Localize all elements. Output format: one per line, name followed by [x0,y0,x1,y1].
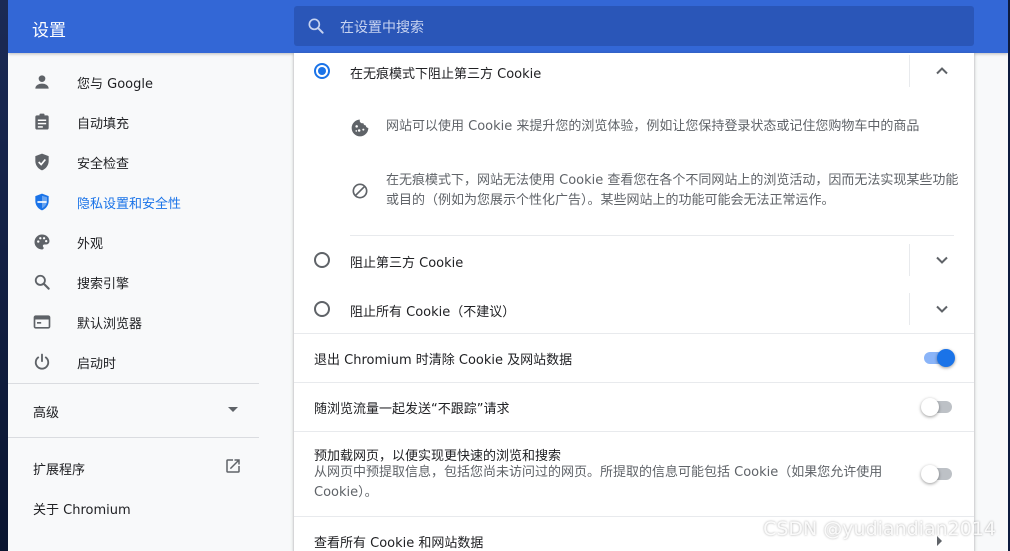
vertical-separator [909,244,910,276]
cookie-option-block-all[interactable]: 阻止所有 Cookie（不建议） [294,291,974,327]
extensions-label: 扩展程序 [33,463,86,478]
power-icon [34,353,50,370]
radio-button[interactable] [314,63,330,79]
cookie-detail-row: 网站可以使用 Cookie 来提升您的浏览体验，例如让您保持登录状态或记住您购物… [294,111,974,151]
search-icon [34,274,50,290]
sidebar-item-about[interactable]: 关于 Chromium [33,499,131,518]
search-input[interactable]: 在设置中搜索 [340,17,424,37]
browser-icon [33,315,51,329]
sidebar-item-on-startup[interactable]: 启动时 [8,342,260,382]
preload-pages-row[interactable]: 预加载网页，以便实现更快速的浏览和搜索 从网页中预提取信息，包括您尚未访问过的网… [294,432,974,516]
chevron-down-icon[interactable] [934,301,950,317]
sidebar-item-label: 自动填充 [77,117,130,132]
shield-check-icon [35,153,49,171]
cookie-detail-text: 网站可以使用 Cookie 来提升您的浏览体验，例如让您保持登录状态或记住您购物… [386,119,920,134]
radio-button[interactable] [314,252,330,268]
clear-cookies-on-exit-row[interactable]: 退出 Chromium 时清除 Cookie 及网站数据 [294,334,974,382]
setting-sublabel: 从网页中预提取信息，包括您尚未访问过的网页。所提取的信息可能包括 Cookie（… [314,465,883,500]
sidebar-item-search-engine[interactable]: 搜索引擎 [8,262,260,302]
shield-icon [35,193,49,211]
sidebar-item-privacy-security[interactable]: 隐私设置和安全性 [8,182,260,222]
cookie-option-block-third-party[interactable]: 阻止第三方 Cookie [294,242,974,278]
radio-label: 阻止所有 Cookie（不建议） [350,305,516,320]
caret-down-icon [228,407,238,412]
cookies-settings-card: 在无痕模式下阻止第三方 Cookie 网站可以使用 Cookie 来提升您的浏览… [294,53,974,551]
radio-button[interactable] [314,301,330,317]
top-app-bar: 设置 在设置中搜索 [8,0,1008,53]
sidebar-item-safety-check[interactable]: 安全检查 [8,142,260,182]
settings-app: 设置 在设置中搜索 您与 Google 自动填充 安全检查 隐私设置和安全性 外… [8,0,1008,551]
cookie-option-block-third-party-incognito[interactable]: 在无痕模式下阻止第三方 Cookie [294,53,974,89]
setting-label: 预加载网页，以便实现更快速的浏览和搜索 [314,449,562,464]
sidebar-item-label: 启动时 [77,357,117,372]
setting-label: 随浏览流量一起发送“不跟踪”请求 [314,402,510,417]
palette-icon [34,234,50,250]
watermark: CSDN @yudiandian2014 [763,518,996,540]
sidebar-item-label: 您与 Google [77,77,153,92]
sidebar-item-default-browser[interactable]: 默认浏览器 [8,302,260,342]
sidebar-item-label: 隐私设置和安全性 [77,197,182,212]
do-not-track-row[interactable]: 随浏览流量一起发送“不跟踪”请求 [294,383,974,431]
sidebar-item-label: 搜索引擎 [77,277,130,292]
sidebar-item-you-and-google[interactable]: 您与 Google [8,62,260,102]
cookie-detail-row: 在无痕模式下，网站无法使用 Cookie 查看您在各个不同网站上的浏览活动，因而… [294,169,974,213]
chevron-up-icon[interactable] [934,63,950,79]
sidebar-item-label: 外观 [77,237,104,252]
person-icon [35,75,49,89]
vertical-separator [909,293,910,325]
chevron-down-icon[interactable] [934,252,950,268]
sidebar-item-appearance[interactable]: 外观 [8,222,260,262]
page-title: 设置 [32,21,66,41]
setting-label: 退出 Chromium 时清除 Cookie 及网站数据 [314,353,573,368]
sidebar-nav: 您与 Google 自动填充 安全检查 隐私设置和安全性 外观 搜索引擎 默认浏… [8,53,260,551]
do-not-track-toggle[interactable] [921,398,954,416]
sidebar-item-label: 安全检查 [77,157,130,172]
block-icon [352,183,368,199]
clear-cookies-toggle[interactable] [922,349,955,367]
cookie-icon [351,119,369,137]
cookie-detail-text: 在无痕模式下，网站无法使用 Cookie 查看您在各个不同网站上的浏览活动，因而… [386,173,959,208]
sidebar-divider [8,437,259,438]
sidebar-item-label: 默认浏览器 [77,317,143,332]
setting-label: 查看所有 Cookie 和网站数据 [314,536,484,551]
search-icon [308,18,324,34]
advanced-label: 高级 [33,406,60,421]
open-in-new-icon [226,459,240,473]
preload-toggle[interactable] [921,465,954,483]
radio-label: 在无痕模式下阻止第三方 Cookie [350,67,542,82]
sidebar-item-autofill[interactable]: 自动填充 [8,102,260,142]
search-field[interactable]: 在设置中搜索 [294,6,974,46]
window-left-edge [0,0,8,551]
sidebar-divider [8,383,259,384]
clipboard-icon [35,113,49,130]
row-divider [350,235,954,236]
radio-label: 阻止第三方 Cookie [350,256,464,271]
vertical-separator [909,55,910,87]
